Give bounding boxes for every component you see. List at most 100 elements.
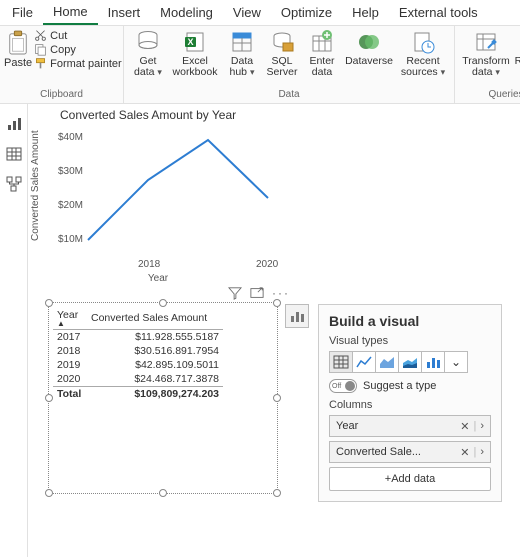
chart-xtick: 2018 bbox=[138, 259, 160, 270]
refresh-button[interactable]: Refresh bbox=[513, 28, 520, 67]
resize-handle[interactable] bbox=[45, 299, 53, 307]
table-visual[interactable]: Year▲ Converted Sales Amount 2017$11.928… bbox=[48, 302, 278, 494]
add-data-button[interactable]: +Add data bbox=[329, 467, 491, 491]
data-view-icon[interactable] bbox=[6, 146, 22, 162]
tab-help[interactable]: Help bbox=[342, 1, 389, 24]
field-pill-amount[interactable]: Converted Sale... ✕|› bbox=[329, 441, 491, 463]
chart-ytick: $20M bbox=[58, 200, 83, 211]
view-rail bbox=[0, 104, 28, 557]
svg-text:X: X bbox=[187, 37, 193, 47]
tab-insert[interactable]: Insert bbox=[98, 1, 151, 24]
table-row[interactable]: 2019$42.895.109.5011 bbox=[53, 358, 223, 372]
chart-ytick: $40M bbox=[58, 132, 83, 143]
tab-modeling[interactable]: Modeling bbox=[150, 1, 223, 24]
resize-handle[interactable] bbox=[273, 394, 281, 402]
paintbrush-icon bbox=[34, 57, 47, 70]
group-label-data: Data bbox=[128, 89, 450, 103]
group-label-queries: Queries bbox=[459, 89, 520, 103]
excel-icon: X bbox=[183, 30, 207, 54]
remove-field-icon[interactable]: ✕ bbox=[460, 420, 469, 433]
stacked-area-icon bbox=[402, 355, 418, 369]
field-menu-icon[interactable]: › bbox=[480, 446, 484, 458]
table-icon bbox=[333, 355, 349, 369]
resize-handle[interactable] bbox=[273, 489, 281, 497]
table-total-row: Total$109,809,274.203 bbox=[53, 387, 223, 402]
dataverse-button[interactable]: Dataverse bbox=[342, 28, 396, 67]
database-icon bbox=[136, 30, 160, 54]
suggest-type-label: Suggest a type bbox=[363, 380, 436, 392]
tab-home[interactable]: Home bbox=[43, 0, 98, 25]
recent-sources-button[interactable]: Recent sources ▾ bbox=[396, 28, 450, 78]
transform-data-button[interactable]: Transform data ▾ bbox=[459, 28, 513, 78]
model-view-icon[interactable] bbox=[6, 176, 22, 192]
resize-handle[interactable] bbox=[45, 489, 53, 497]
remove-field-icon[interactable]: ✕ bbox=[460, 446, 469, 459]
enter-data-button[interactable]: Enter data bbox=[302, 28, 342, 78]
field-menu-icon[interactable]: › bbox=[480, 420, 484, 432]
visual-type-column[interactable] bbox=[421, 351, 445, 373]
chart-y-axis-label: Converted Sales Amount bbox=[30, 130, 41, 241]
visual-type-table[interactable] bbox=[329, 351, 353, 373]
dataverse-icon bbox=[357, 30, 381, 54]
clipboard-paste-icon bbox=[7, 30, 29, 56]
ribbon: Paste Cut Copy Format painter Clipboard … bbox=[0, 26, 520, 104]
recent-sources-icon bbox=[411, 30, 435, 54]
chart-title: Converted Sales Amount by Year bbox=[28, 104, 288, 124]
tab-external-tools[interactable]: External tools bbox=[389, 1, 488, 24]
report-canvas[interactable]: Converted Sales Amount by Year Converted… bbox=[28, 104, 520, 557]
resize-handle[interactable] bbox=[159, 299, 167, 307]
report-view-icon[interactable] bbox=[6, 116, 22, 132]
resize-handle[interactable] bbox=[273, 299, 281, 307]
scissors-icon bbox=[34, 29, 47, 42]
table-row[interactable]: 2017$11.928.555.5187 bbox=[53, 330, 223, 345]
paste-button[interactable]: Paste bbox=[4, 28, 32, 69]
chart-ytick: $10M bbox=[58, 234, 83, 245]
sql-server-button[interactable]: SQL Server bbox=[262, 28, 302, 78]
focus-mode-icon[interactable] bbox=[250, 286, 264, 300]
format-painter-button[interactable]: Format painter bbox=[34, 57, 122, 70]
area-chart-icon bbox=[379, 355, 395, 369]
tab-file[interactable]: File bbox=[2, 1, 43, 24]
more-options-icon[interactable]: ··· bbox=[272, 286, 290, 300]
visual-type-more[interactable]: ⌄ bbox=[444, 351, 468, 373]
data-table: Year▲ Converted Sales Amount 2017$11.928… bbox=[53, 307, 223, 401]
get-data-button[interactable]: Get data ▾ bbox=[128, 28, 168, 78]
field-pill-year[interactable]: Year ✕|› bbox=[329, 415, 491, 437]
group-label-clipboard: Clipboard bbox=[4, 89, 119, 103]
chevron-down-icon: ⌄ bbox=[451, 355, 461, 369]
table-header-amount[interactable]: Converted Sales Amount bbox=[87, 307, 223, 330]
visual-types-row: ⌄ bbox=[329, 351, 491, 373]
table-row[interactable]: 2020$24.468.717.3878 bbox=[53, 372, 223, 387]
build-visual-pane: Build a visual Visual types ⌄ Off Sugges… bbox=[318, 304, 502, 502]
data-hub-icon bbox=[230, 30, 254, 54]
visual-types-label: Visual types bbox=[329, 335, 491, 347]
resize-handle[interactable] bbox=[159, 489, 167, 497]
visual-action-row: ··· bbox=[228, 286, 290, 300]
visual-type-area[interactable] bbox=[375, 351, 399, 373]
menu-bar: File Home Insert Modeling View Optimize … bbox=[0, 0, 520, 26]
line-chart-icon bbox=[356, 355, 372, 369]
suggest-type-toggle[interactable]: Off bbox=[329, 379, 357, 393]
resize-handle[interactable] bbox=[45, 394, 53, 402]
cut-button[interactable]: Cut bbox=[34, 29, 122, 42]
data-hub-button[interactable]: Data hub ▾ bbox=[222, 28, 262, 78]
pane-title: Build a visual bbox=[329, 313, 491, 329]
visual-type-stacked-area[interactable] bbox=[398, 351, 422, 373]
ribbon-group-data: Get data ▾ X Excel workbook Data hub ▾ S… bbox=[124, 26, 455, 103]
chart-x-axis-label: Year bbox=[28, 273, 288, 284]
copy-button[interactable]: Copy bbox=[34, 43, 122, 56]
table-header-year[interactable]: Year▲ bbox=[53, 307, 87, 330]
line-chart-visual[interactable]: Converted Sales Amount by Year Converted… bbox=[28, 104, 288, 284]
enter-data-icon bbox=[310, 30, 334, 54]
visual-type-popup-button[interactable] bbox=[285, 304, 309, 328]
tab-view[interactable]: View bbox=[223, 1, 271, 24]
ribbon-group-clipboard: Paste Cut Copy Format painter Clipboard bbox=[0, 26, 124, 103]
filter-icon[interactable] bbox=[228, 286, 242, 300]
visual-type-line[interactable] bbox=[352, 351, 376, 373]
table-row[interactable]: 2018$30.516.891.7954 bbox=[53, 344, 223, 358]
excel-workbook-button[interactable]: X Excel workbook bbox=[168, 28, 222, 78]
tab-optimize[interactable]: Optimize bbox=[271, 1, 342, 24]
chart-line-icon bbox=[82, 132, 272, 252]
chart-xtick: 2020 bbox=[256, 259, 278, 270]
copy-icon bbox=[34, 43, 47, 56]
